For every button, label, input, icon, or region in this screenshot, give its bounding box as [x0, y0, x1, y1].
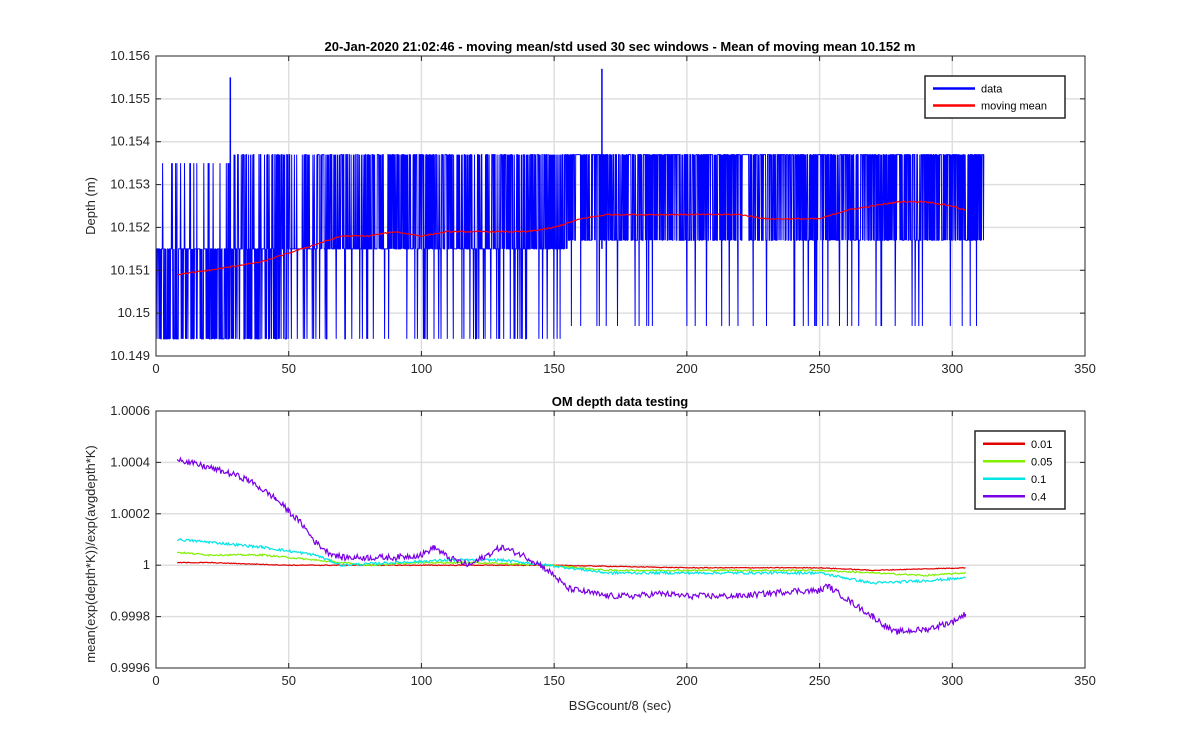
- depth-chart-y-tick-label: 10.149: [110, 348, 150, 363]
- om-testing-chart-x-tick-label: 350: [1074, 673, 1096, 688]
- om-testing-chart-title: OM depth data testing: [552, 394, 689, 409]
- depth-chart-x-tick-label: 50: [281, 361, 295, 376]
- om-testing-chart-x-tick-label: 150: [543, 673, 565, 688]
- om-testing-chart-y-tick-label: 1.0004: [110, 454, 150, 469]
- om-testing-chart-legend-entry-1: 0.01: [1031, 439, 1052, 451]
- om-testing-chart-y-tick-label: 1.0002: [110, 506, 150, 521]
- depth-chart-y-axis-label: Depth (m): [83, 177, 98, 235]
- depth-chart-x-tick-label: 250: [809, 361, 831, 376]
- depth-chart: 0 50 100 150 200 250 300 350 10.149 10.15 10.151 10…: [83, 39, 1096, 376]
- depth-chart-legend-entry-2: moving mean: [981, 101, 1047, 113]
- om-testing-chart-x-tick-label: 0: [152, 673, 159, 688]
- om-testing-chart-legend-entry-4: 0.4: [1031, 491, 1046, 503]
- om-testing-chart-x-tick-label: 200: [676, 673, 698, 688]
- depth-chart-y-tick-label: 10.155: [110, 91, 150, 106]
- om-testing-chart-y-tick-label: 0.9996: [110, 660, 150, 675]
- depth-chart-y-tick-label: 10.154: [110, 134, 150, 149]
- om-testing-chart-y-axis-label: mean(exp(depth*K))/exp(avgdepth*K): [83, 445, 98, 663]
- om-testing-chart-x-tick-label: 100: [411, 673, 433, 688]
- depth-chart-x-tick-label: 100: [411, 361, 433, 376]
- depth-chart-x-tick-label: 200: [676, 361, 698, 376]
- depth-chart-y-tick-label: 10.152: [110, 219, 150, 234]
- depth-chart-y-tick-label: 10.15: [117, 305, 150, 320]
- depth-chart-x-tick-label: 0: [152, 361, 159, 376]
- depth-chart-x-tick-label: 300: [941, 361, 963, 376]
- depth-chart-y-tick-label: 10.156: [110, 48, 150, 63]
- depth-chart-x-tick-label: 350: [1074, 361, 1096, 376]
- depth-chart-y-tick-label: 10.153: [110, 177, 150, 192]
- om-testing-chart-x-tick-label: 300: [941, 673, 963, 688]
- om-testing-chart: 0 50 100 150 200 250 300 350 0.9996 0.9998 1 1.0002…: [83, 394, 1096, 713]
- om-testing-chart-plot-area: [156, 411, 1085, 668]
- om-testing-chart-y-tick-label: 0.9998: [110, 609, 150, 624]
- depth-chart-legend-entry-1: data: [981, 84, 1003, 96]
- om-testing-chart-legend-entry-3: 0.1: [1031, 474, 1046, 486]
- om-testing-chart-y-tick-label: 1: [143, 557, 150, 572]
- om-testing-chart-x-tick-label: 250: [809, 673, 831, 688]
- depth-chart-title: 20-Jan-2020 21:02:46 - moving mean/std u…: [325, 39, 916, 54]
- figure: 0 50 100 150 200 250 300 35010.14910.1510.15110…: [0, 0, 1200, 750]
- om-testing-chart-y-tick-label: 1.0006: [110, 403, 150, 418]
- om-testing-chart-legend-entry-2: 0.05: [1031, 456, 1052, 468]
- om-testing-chart-x-axis-label: BSGcount/8 (sec): [569, 698, 672, 713]
- depth-chart-x-tick-label: 150: [543, 361, 565, 376]
- depth-chart-y-tick-label: 10.151: [110, 262, 150, 277]
- om-testing-chart-x-tick-label: 50: [281, 673, 295, 688]
